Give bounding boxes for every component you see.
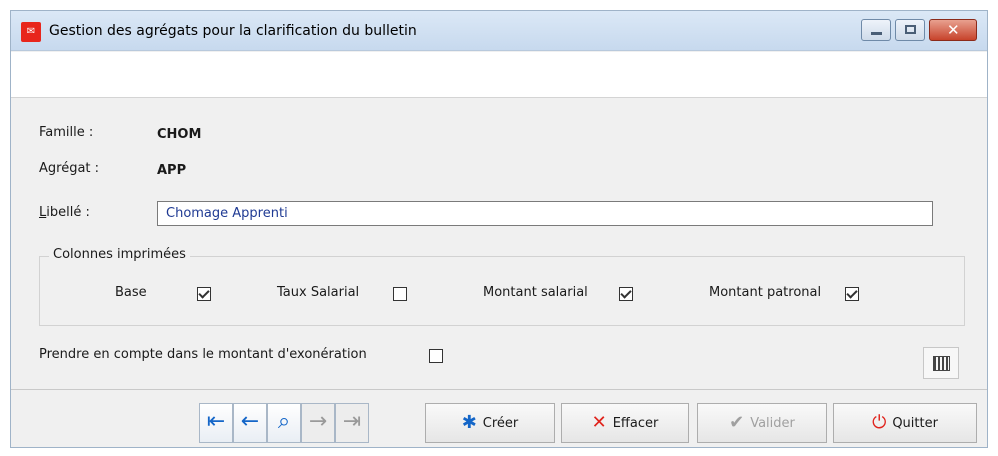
famille-label: Famille : [39,125,94,140]
app-red-icon: ✉ [21,22,41,42]
famille-value: CHOM [157,127,202,142]
agregat-value: APP [157,163,187,178]
columns-grid-button[interactable] [923,347,959,379]
base-label: Base [115,285,147,300]
first-record-icon: ⇤ [206,409,226,434]
title-bar: ✉ Gestion des agrégats pour la clarifica… [11,11,987,51]
montant-salarial-label: Montant salarial [483,285,588,300]
create-label: Créer [482,415,519,431]
close-icon: ✕ [947,21,960,39]
montant-patronal-label: Montant patronal [709,285,822,300]
previous-record-button[interactable]: ← [233,403,267,443]
header-area [11,52,987,98]
last-record-icon: ⇥ [342,409,362,434]
dialog-window: ✉ Gestion des agrégats pour la clarifica… [10,10,988,448]
libelle-input[interactable] [157,201,933,226]
exoneration-checkbox[interactable] [429,349,443,363]
previous-record-icon: ← [240,409,260,434]
toolbar-separator [11,389,987,390]
close-button[interactable]: ✕ [929,19,977,41]
taux-salarial-label: Taux Salarial [277,285,360,300]
snowflake-icon: ✱ [461,412,477,433]
montant-patronal-checkbox[interactable] [845,287,859,301]
minimize-icon [871,32,882,35]
colonnes-legend: Colonnes imprimées [49,247,190,262]
search-button[interactable]: ⌕ [267,403,301,443]
base-checkbox[interactable] [197,287,211,301]
agregat-label: Agrégat : [39,161,100,176]
delete-label: Effacer [612,415,659,431]
search-icon: ⌕ [277,409,291,434]
maximize-button[interactable] [895,19,925,41]
exoneration-label: Prendre en compte dans le montant d'exon… [39,347,367,362]
quit-label: Quitter [892,415,938,431]
validate-label: Valider [750,415,795,431]
libelle-label-rest: ibellé : [46,205,90,220]
minimize-button[interactable] [861,19,891,41]
grid-icon [933,356,950,371]
cross-icon: ✕ [591,412,607,433]
montant-salarial-checkbox[interactable] [619,287,633,301]
create-button[interactable]: ✱ Créer [425,403,555,443]
window-title: Gestion des agrégats pour la clarificati… [49,23,417,39]
first-record-button[interactable]: ⇤ [199,403,233,443]
validate-button[interactable]: ✔ Valider [697,403,827,443]
taux-salarial-checkbox[interactable] [393,287,407,301]
next-record-button[interactable]: → [301,403,335,443]
libelle-label: Libellé : [39,205,90,220]
maximize-icon [905,25,916,34]
quit-button[interactable]: ⏻ Quitter [833,403,977,443]
last-record-button[interactable]: ⇥ [335,403,369,443]
delete-button[interactable]: ✕ Effacer [561,403,689,443]
next-record-icon: → [308,409,328,434]
power-icon: ⏻ [872,412,887,433]
checkmark-icon: ✔ [729,412,745,433]
